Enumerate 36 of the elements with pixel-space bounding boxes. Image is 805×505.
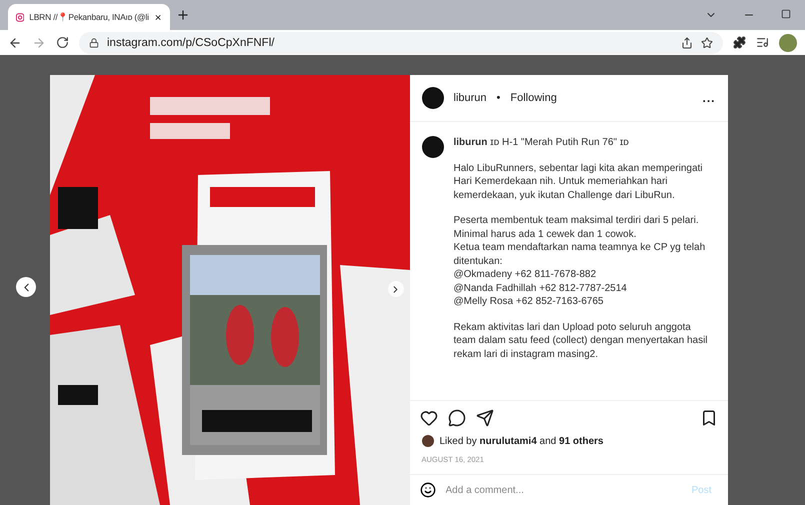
following-label[interactable]: Following (510, 92, 557, 104)
caption-text: Peserta membentuk team maksimal terdiri dari 5 pelari. Minimal harus ada 1 cewek dan 1 cowok. (454, 214, 700, 241)
reload-icon[interactable] (56, 36, 69, 50)
caption-text: @Nanda Fadhillah +62 812-7787-2514 (454, 282, 628, 295)
previous-button[interactable] (16, 277, 36, 297)
new-tab-icon[interactable] (176, 8, 190, 22)
address-bar[interactable]: instagram.com/p/CSoCpXnFNFl/ (79, 32, 723, 54)
restore-icon[interactable] (781, 9, 791, 20)
caption-text: @Okmadeny +62 811-7678-882 (454, 268, 598, 282)
profile-logo[interactable] (422, 87, 444, 109)
browser-tab[interactable]: LBRN //📍Pekanbaru, INAıᴅ (@li (8, 4, 170, 30)
username[interactable]: liburun (454, 92, 487, 104)
more-button[interactable]: ... (702, 91, 716, 105)
comment-button[interactable] (448, 409, 466, 427)
share-button[interactable] (476, 409, 494, 427)
caption-text: Ketua team mendaftarkan nama teamnya ke CP yg telah ditentukan: (454, 241, 706, 268)
separator: • (496, 92, 500, 104)
caption-text: Rekam aktivitas lari dan Upload poto seluruh anggota team dalam satu feed (collect) dengan menyertakan hasil rekam lari di instagram masing2. (454, 320, 709, 361)
liker-avatar[interactable] (422, 435, 434, 447)
star-icon[interactable] (701, 36, 713, 49)
url-text: instagram.com/p/CSoCpXnFNFl/ (107, 36, 276, 49)
tab-title: LBRN //📍Pekanbaru, INAıᴅ (@li (29, 12, 149, 22)
extensions-icon[interactable] (733, 36, 746, 50)
likes-text: Liked by nurulutami4 and 91 others (440, 436, 604, 446)
profile-logo[interactable] (422, 136, 444, 158)
lock-icon (89, 38, 99, 48)
back-icon[interactable] (8, 36, 22, 50)
like-button[interactable] (420, 409, 438, 427)
caption-text: @Melly Rosa +62 852-7163-6765 (454, 295, 604, 308)
reading-list-icon[interactable] (756, 36, 769, 50)
share-icon[interactable] (681, 36, 693, 49)
caption-text: Halo LibuRunners, sebentar lagi kita akan memperingati Hari Kemerdekaan nih. Untuk memeriahkan hari kemerdekaan, yuk ikutan Challenge dari LibuRun. (454, 162, 704, 202)
emoji-icon[interactable] (420, 482, 436, 498)
caption-title: liburun ɪᴅ H-1 "Merah Putih Run 76" ɪᴅ (454, 136, 630, 150)
camera-icon (16, 12, 24, 23)
profile-avatar[interactable] (779, 34, 797, 52)
